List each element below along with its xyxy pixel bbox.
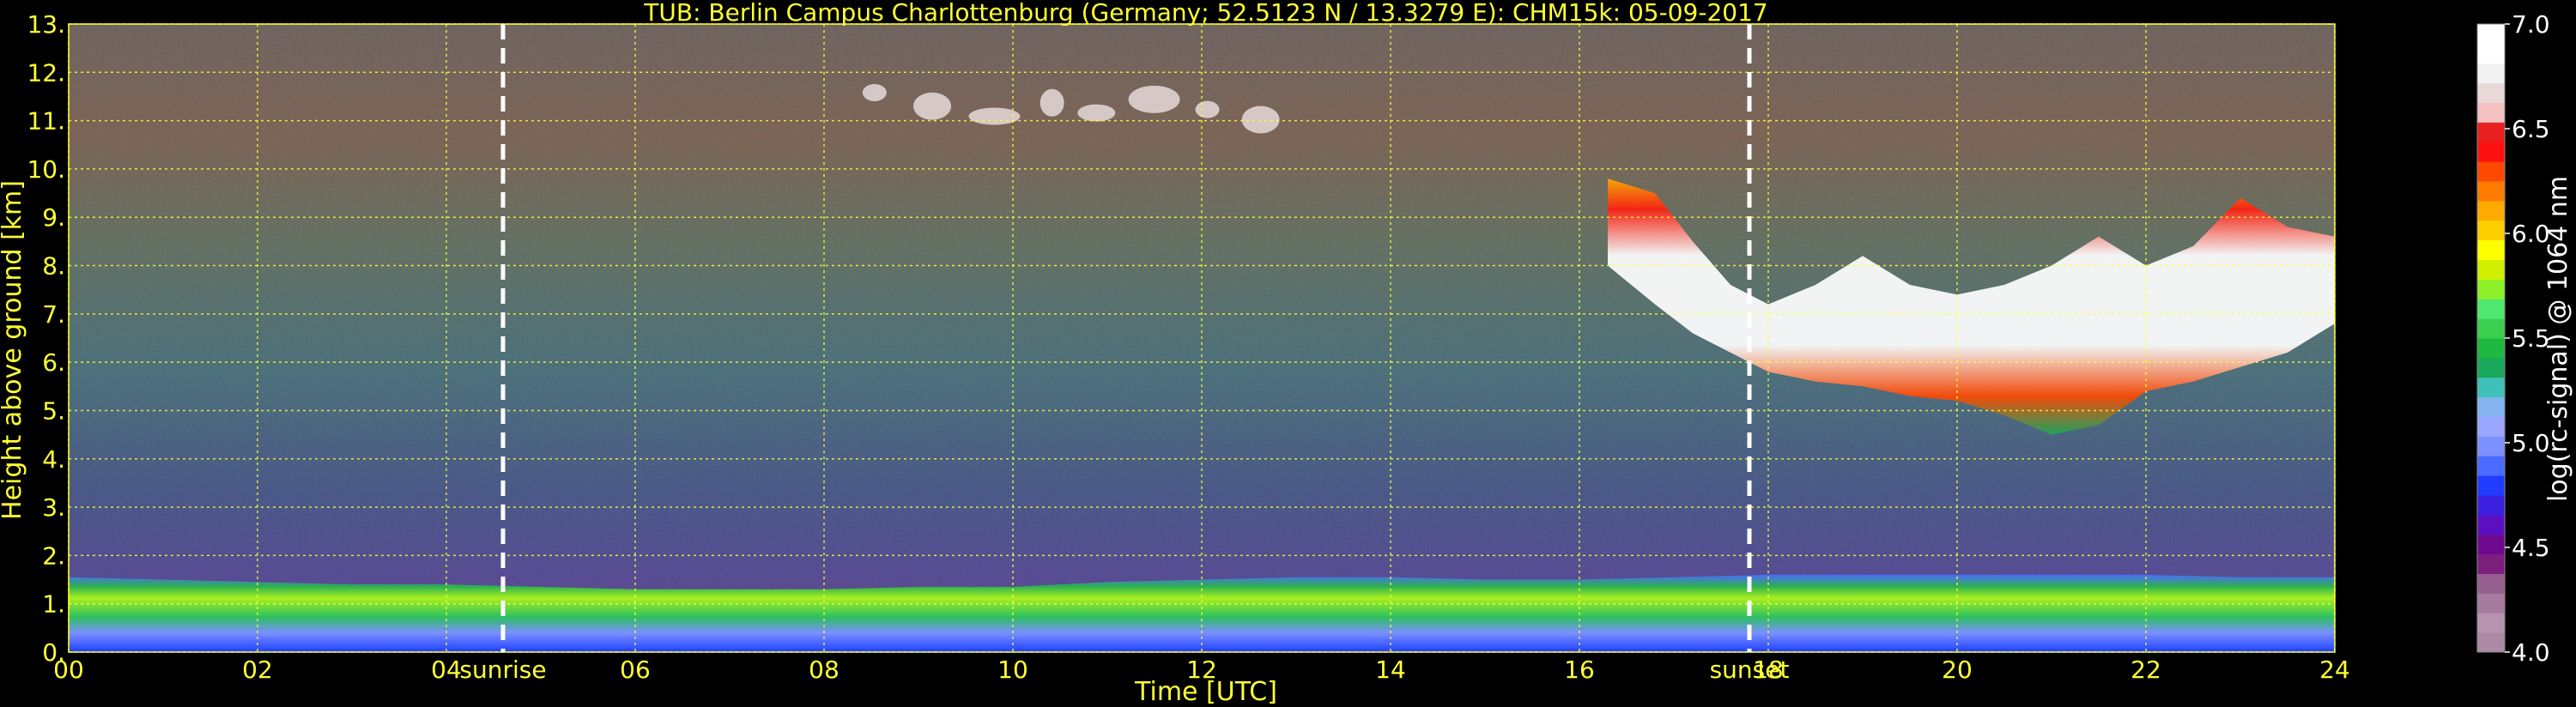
y-tick-label: 9. [42,203,65,232]
colorbar-swatch [2477,436,2505,456]
cloud-fragment [862,83,887,101]
y-tick-label: 11. [27,107,65,136]
y-tick-label: 13. [27,10,65,39]
x-axis-label: Time [UTC] [1134,677,1277,707]
colorbar-swatch [2477,161,2505,182]
colorbar-swatch [2477,475,2505,496]
x-tick-label: 04 [431,656,462,684]
colorbar-swatch [2477,553,2505,574]
y-tick-label: 8. [42,252,65,281]
colorbar-swatch [2477,357,2505,378]
x-tick-label: 08 [809,656,839,684]
x-tick-label: 16 [1564,656,1595,684]
colorbar-swatch [2477,82,2505,103]
colorbar-swatch [2477,573,2505,594]
colorbar-swatch [2477,416,2505,437]
colorbar-swatch [2477,396,2505,417]
x-tick-label: 20 [1942,656,1973,684]
colorbar-swatch [2477,279,2505,299]
colorbar-tick-label: 6.5 [2512,115,2550,143]
x-tick-label: 14 [1375,656,1406,684]
colorbar-swatch [2477,43,2505,64]
colorbar-swatch [2477,456,2505,476]
sunset-label: sunset [1710,656,1790,684]
colorbar-tick-label: 4.0 [2512,638,2550,667]
y-tick-label: 10. [27,155,65,184]
colorbar-swatch [2477,514,2505,535]
colorbar-swatch [2477,239,2505,260]
x-tick-label: 24 [2319,656,2350,684]
chart-title: TUB: Berlin Campus Charlottenburg (Germa… [643,0,1767,27]
y-axis-ticks: 0.1.2.3.4.5.6.7.8.9.10.11.12.13. [27,10,65,667]
ceilometer-chart: TUB: Berlin Campus Charlottenburg (Germa… [0,0,2573,707]
cloud-fragment [1077,104,1116,122]
x-tick-label: 10 [997,656,1028,684]
x-tick-label: 00 [53,656,84,684]
colorbar-swatch [2477,318,2505,339]
cloud-fragment [1128,85,1180,113]
cloud-fragment [1039,88,1064,117]
sunrise-label: sunrise [459,656,546,684]
colorbar-swatch [2477,102,2505,123]
y-tick-label: 12. [27,58,65,87]
plot-area [68,23,2336,653]
x-tick-label: 02 [242,656,273,684]
cloud-fragment [913,92,952,120]
y-tick-label: 2. [42,541,65,570]
colorbar-swatch [2477,24,2505,45]
cloud-fragment [1195,100,1220,118]
y-tick-label: 6. [42,348,65,377]
colorbar-tick-label: 7.0 [2512,10,2550,39]
colorbar-swatch [2477,377,2505,398]
colorbar-swatch [2477,259,2505,280]
colorbar-swatch [2477,632,2505,653]
colorbar-label: log(rc-signal) @ 1064 nm [2543,176,2573,502]
y-tick-label: 3. [42,493,65,522]
y-tick-label: 5. [42,396,65,425]
colorbar-swatch [2477,495,2505,516]
colorbar-swatch [2477,122,2505,142]
y-tick-label: 1. [42,590,65,619]
y-tick-label: 4. [42,445,65,474]
colorbar-swatch [2477,534,2505,555]
colorbar-tick-label: 4.5 [2512,534,2550,562]
colorbar-swatch [2477,181,2505,202]
colorbar-swatch [2477,63,2505,84]
colorbar-swatch [2477,200,2505,221]
colorbar-swatch [2477,299,2505,319]
colorbar-swatch [2477,220,2505,241]
y-tick-label: 7. [42,300,65,329]
y-axis-label: Height above ground [km] [0,180,27,520]
colorbar-swatch [2477,338,2505,359]
colorbar-swatch [2477,142,2505,162]
colorbar-swatch [2477,593,2505,613]
x-tick-label: 22 [2131,656,2161,684]
cloud-fragment [1241,106,1280,134]
x-tick-label: 06 [620,656,651,684]
colorbar-swatch [2477,613,2505,633]
colorbar: 4.04.55.05.56.06.57.0 [2476,10,2550,667]
